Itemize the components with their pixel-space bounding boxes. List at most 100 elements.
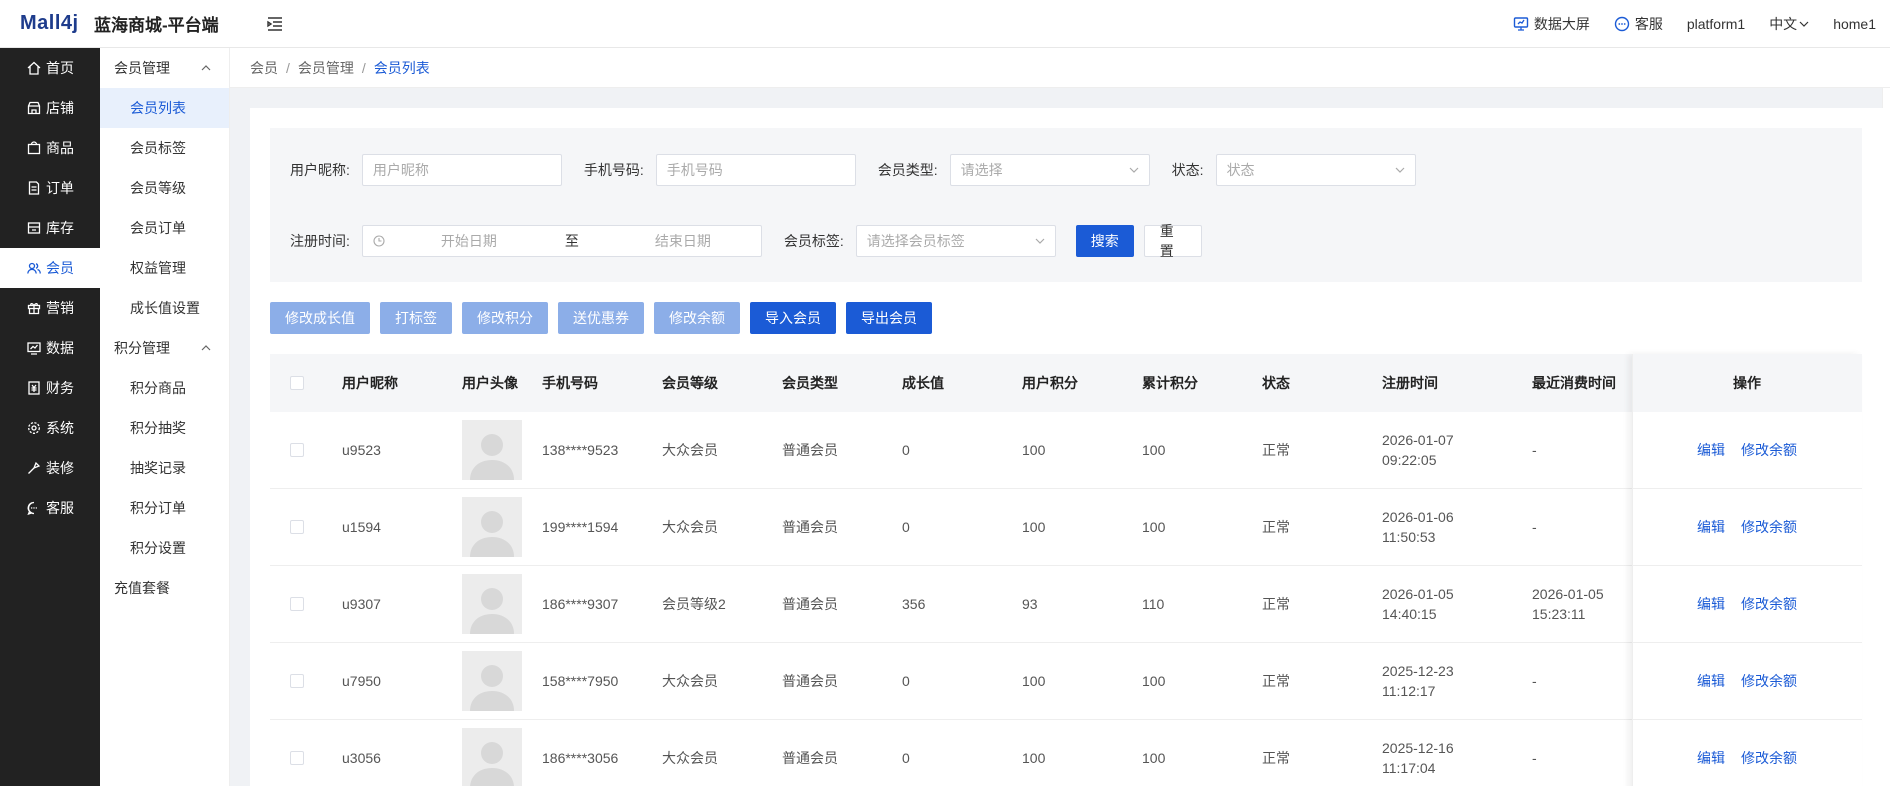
edit-balance-link[interactable]: 修改余额	[1741, 750, 1797, 766]
submenu-item-lottery-record[interactable]: 抽奖记录	[100, 448, 229, 488]
tag-button[interactable]: 打标签	[380, 302, 452, 334]
submenu-item-score-goods[interactable]: 积分商品	[100, 368, 229, 408]
edit-growth-button[interactable]: 修改成长值	[270, 302, 370, 334]
sidebar-label: 订单	[46, 180, 74, 196]
avatar	[462, 728, 522, 786]
end-date-placeholder[interactable]: 结束日期	[655, 231, 711, 251]
sidebar-item-data[interactable]: 数据	[0, 328, 100, 368]
start-date-placeholder[interactable]: 开始日期	[441, 231, 497, 251]
edit-balance-link[interactable]: 修改余额	[1741, 442, 1797, 458]
row-checkbox[interactable]	[290, 751, 304, 765]
column-header: 成长值	[902, 375, 944, 391]
service-link[interactable]: 客服	[1614, 14, 1663, 34]
score-cell: 100	[1022, 750, 1046, 766]
sidebar-item-finance[interactable]: 财务	[0, 368, 100, 408]
breadcrumb: 会员 / 会员管理 / 会员列表	[230, 48, 1890, 88]
last-consume-cell: 2026-01-05 15:23:11	[1532, 584, 1632, 624]
submenu-item-rights[interactable]: 权益管理	[100, 248, 229, 288]
score-cell: 100	[1022, 442, 1046, 458]
sidebar-item-stock[interactable]: 库存	[0, 208, 100, 248]
nickname-input[interactable]: 用户昵称	[361, 154, 562, 186]
growth-cell: 0	[902, 673, 910, 689]
menu-fold-icon[interactable]	[265, 14, 285, 34]
column-header: 会员等级	[662, 375, 718, 391]
submenu-item-member-list[interactable]: 会员列表	[100, 88, 229, 128]
sidebar-item-home[interactable]: 首页	[0, 48, 100, 88]
edit-score-button[interactable]: 修改积分	[462, 302, 548, 334]
submenu-group-score[interactable]: 积分管理	[100, 328, 229, 368]
submenu-group-recharge[interactable]: 充值套餐	[100, 568, 229, 608]
table-header: 用户昵称 用户头像 手机号码 会员等级 会员类型 成长值 用户积分 累计积分 状…	[270, 354, 1862, 412]
submenu-group-label: 会员管理	[114, 60, 170, 76]
search-button[interactable]: 搜索	[1075, 225, 1134, 257]
edit-balance-button[interactable]: 修改余额	[654, 302, 740, 334]
avatar	[462, 497, 522, 557]
sidebar-item-marketing[interactable]: 营销	[0, 288, 100, 328]
status-cell: 正常	[1262, 596, 1290, 612]
row-checkbox[interactable]	[290, 520, 304, 534]
status-cell: 正常	[1262, 442, 1290, 458]
nickname-cell: u3056	[342, 750, 381, 766]
language-switch[interactable]: 中文	[1769, 14, 1809, 34]
reset-button[interactable]: 重置	[1143, 223, 1202, 259]
submenu-item-score-order[interactable]: 积分订单	[100, 488, 229, 528]
stock-icon	[26, 220, 42, 236]
submenu-item-member-level[interactable]: 会员等级	[100, 168, 229, 208]
export-member-button[interactable]: 导出会员	[846, 302, 932, 334]
row-checkbox[interactable]	[290, 674, 304, 688]
sidebar-item-order[interactable]: 订单	[0, 168, 100, 208]
finance-icon	[26, 380, 42, 396]
column-header: 状态	[1262, 375, 1290, 391]
edit-link[interactable]: 编辑	[1697, 519, 1725, 535]
operation-cell: 编辑 修改余额	[1632, 671, 1862, 691]
chart-icon	[26, 340, 42, 356]
operation-cell: 编辑 修改余额	[1632, 517, 1862, 537]
breadcrumb-item[interactable]: 会员管理	[298, 58, 354, 78]
operation-cell: 编辑 修改余额	[1632, 594, 1862, 614]
edit-link[interactable]: 编辑	[1697, 442, 1725, 458]
phone-label: 手机号码:	[583, 162, 644, 178]
register-clock: 11:12:17	[1382, 683, 1436, 699]
submenu-item-score-lottery[interactable]: 积分抽奖	[100, 408, 229, 448]
data-screen-link[interactable]: 数据大屏	[1513, 14, 1590, 34]
date-range-picker[interactable]: 开始日期 至 结束日期	[361, 225, 762, 257]
phone-input[interactable]: 手机号码	[655, 154, 856, 186]
sidebar-item-member[interactable]: 会员	[0, 248, 100, 288]
default-avatar-icon	[470, 434, 514, 480]
submenu-item-member-order[interactable]: 会员订单	[100, 208, 229, 248]
submenu-group-member[interactable]: 会员管理	[100, 48, 229, 88]
edit-balance-link[interactable]: 修改余额	[1741, 519, 1797, 535]
submenu-item-growth[interactable]: 成长值设置	[100, 288, 229, 328]
sidebar-item-goods[interactable]: 商品	[0, 128, 100, 168]
phone-placeholder: 手机号码	[666, 162, 723, 178]
register-time-cell: 2026-01-06 11:50:53	[1382, 507, 1532, 547]
platform-switch[interactable]: platform1	[1687, 16, 1745, 32]
register-date: 2025-12-16	[1382, 740, 1454, 756]
edit-link[interactable]: 编辑	[1697, 673, 1725, 689]
edit-balance-link[interactable]: 修改余额	[1741, 596, 1797, 612]
row-checkbox[interactable]	[290, 443, 304, 457]
send-coupon-button[interactable]: 送优惠券	[558, 302, 644, 334]
member-type-select[interactable]: 请选择	[949, 154, 1150, 186]
sidebar-item-system[interactable]: 系统	[0, 408, 100, 448]
sidebar-item-shop[interactable]: 店铺	[0, 88, 100, 128]
column-header: 用户昵称	[342, 375, 398, 391]
select-all-checkbox[interactable]	[290, 376, 304, 390]
row-checkbox[interactable]	[290, 597, 304, 611]
default-avatar-icon	[470, 588, 514, 634]
edit-link[interactable]: 编辑	[1697, 596, 1725, 612]
breadcrumb-item[interactable]: 会员	[250, 58, 278, 78]
status-select[interactable]: 状态	[1215, 154, 1416, 186]
submenu-item-member-tag[interactable]: 会员标签	[100, 128, 229, 168]
edit-link[interactable]: 编辑	[1697, 750, 1725, 766]
edit-balance-link[interactable]: 修改余额	[1741, 673, 1797, 689]
sidebar-item-service[interactable]: 客服	[0, 488, 100, 528]
user-menu[interactable]: home1	[1833, 16, 1876, 32]
sidebar-item-decorate[interactable]: 装修	[0, 448, 100, 488]
logo[interactable]: Mall4j	[0, 12, 100, 35]
submenu-group-label: 充值套餐	[114, 580, 170, 596]
import-member-button[interactable]: 导入会员	[750, 302, 836, 334]
member-tag-select[interactable]: 请选择会员标签	[855, 225, 1056, 257]
submenu-item-score-setting[interactable]: 积分设置	[100, 528, 229, 568]
sidebar-label: 首页	[46, 60, 74, 76]
